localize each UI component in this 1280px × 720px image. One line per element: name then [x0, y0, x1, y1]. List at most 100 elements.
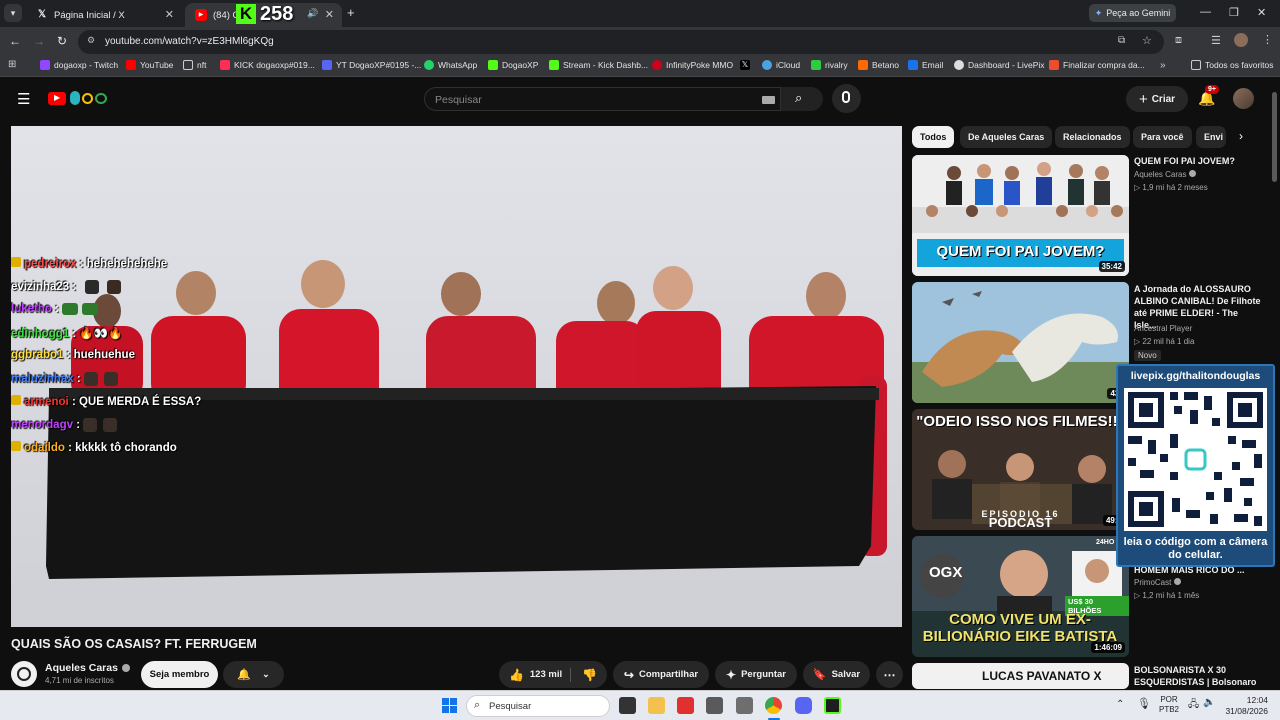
livepix-qr-overlay: livepix.gg/thalitondouglas leia o código… — [1116, 364, 1275, 567]
forward-icon[interactable]: → — [33, 34, 45, 48]
tab-list-button[interactable]: ▾ — [4, 4, 22, 22]
discord-icon[interactable] — [795, 697, 812, 714]
bookmark-folder[interactable]: nft — [183, 60, 206, 70]
address-bar[interactable]: ⚙ youtube.com/watch?v=zE3HMl6gKQg ⧉ ☆ — [78, 30, 1164, 54]
file-explorer-icon[interactable] — [648, 697, 665, 714]
chat-message: pedreirox : hehehehehehe — [11, 257, 167, 270]
reload-icon[interactable]: ↻ — [57, 34, 67, 48]
bookmark-item[interactable]: iCloud — [762, 60, 800, 70]
bookmark-item[interactable]: rivalry — [811, 60, 848, 70]
new-tab-button[interactable]: + — [347, 5, 355, 20]
bookmark-item[interactable]: Betano — [858, 60, 899, 70]
video-player[interactable]: pedreirox : hehehehehehe evizinha23 : lu… — [11, 126, 902, 627]
bookmark-item[interactable]: InfinityPoke MMO — [652, 60, 733, 70]
bookmark-item[interactable]: Dashboard - LivePix — [954, 60, 1045, 70]
audio-playing-icon[interactable]: 🔊 — [307, 8, 318, 19]
join-member-button[interactable]: Seja membro — [141, 661, 218, 688]
language-indicator[interactable]: POR PTB2 — [1159, 695, 1179, 715]
rec-channel[interactable]: Ancestral Player — [1134, 324, 1192, 333]
bookmark-item[interactable]: YouTube — [126, 60, 173, 70]
scrollbar-thumb[interactable] — [1272, 92, 1277, 182]
like-button[interactable]: 👍 123 mil — [509, 667, 572, 682]
bookmark-item[interactable]: Email — [908, 60, 943, 70]
apps-grid-icon[interactable]: ⊞ — [8, 59, 16, 70]
search-input[interactable]: Pesquisar — [424, 87, 781, 111]
rec-thumbnail[interactable]: LUCAS PAVANATO X — [912, 663, 1129, 689]
green-app-icon[interactable] — [824, 697, 841, 714]
notifications-button[interactable]: 🔔 9+ — [1196, 85, 1219, 108]
chip-for-you[interactable]: Para você — [1133, 126, 1192, 148]
chip-all[interactable]: Todos — [912, 126, 955, 148]
chip-overflow[interactable]: Envi — [1196, 126, 1226, 148]
chat-username: odaildo — [24, 442, 65, 454]
back-icon[interactable]: ← — [9, 34, 21, 48]
bookmark-item[interactable]: DogaoXP — [488, 60, 538, 70]
browser-menu-icon[interactable]: ⋮ — [1262, 33, 1273, 46]
bookmark-x[interactable]: 𝕏 — [740, 60, 754, 70]
extensions-icon[interactable]: ⧈ — [1175, 34, 1182, 47]
site-info-icon[interactable]: ⚙ — [87, 35, 95, 46]
subscribed-notifications-button[interactable]: 🔔 ⌄ — [223, 661, 284, 688]
calculator-icon[interactable] — [736, 697, 753, 714]
network-icon[interactable]: 🖧 — [1188, 697, 1199, 714]
tab-x-home[interactable]: 𝕏 Página Inicial / X ✕ — [26, 3, 182, 27]
close-window-icon[interactable]: ✕ — [1257, 6, 1266, 19]
bookmark-star-icon[interactable]: ☆ — [1142, 34, 1152, 47]
rec-thumbnail[interactable]: QUEM FOI PAI JOVEM? 35:42 — [912, 155, 1129, 276]
reading-list-icon[interactable]: ☰ — [1211, 34, 1221, 47]
share-button[interactable]: ↪ Compartilhar — [613, 661, 709, 688]
clock[interactable]: 12:04 31/08/2026 — [1222, 695, 1268, 717]
rec-title[interactable]: QUEM FOI PAI JOVEM? — [1134, 155, 1262, 167]
bookmark-item[interactable]: dogaoxp - Twitch — [40, 60, 118, 70]
rec-thumbnail[interactable]: OGX US$ 30 BILHÕES 24HO COMO VIVE UM EX-… — [912, 536, 1129, 657]
all-favorites-folder[interactable]: Todos os favoritos — [1191, 60, 1274, 70]
bookmark-item[interactable]: Stream - Kick Dashb... — [549, 60, 648, 70]
close-tab-icon[interactable]: ✕ — [325, 8, 334, 21]
chevron-right-icon[interactable]: › — [1239, 129, 1243, 143]
install-app-icon[interactable]: ⧉ — [1118, 35, 1125, 46]
snipping-tool-icon[interactable] — [706, 697, 723, 714]
url-text: youtube.com/watch?v=zE3HMl6gKQg — [105, 36, 274, 47]
rec-thumbnail[interactable]: "ODEIO ISSO NOS FILMES!!" EPISODIO 16 PO… — [912, 409, 1129, 530]
hamburger-menu-icon[interactable]: ☰ — [17, 90, 30, 108]
volume-icon[interactable]: 🔈 — [1203, 697, 1215, 708]
channel-name[interactable]: Aqueles Caras — [45, 662, 130, 674]
account-avatar[interactable] — [1233, 88, 1254, 109]
bookmark-item[interactable]: WhatsApp — [424, 60, 477, 70]
channel-avatar[interactable] — [11, 661, 37, 687]
windows-start-icon[interactable] — [442, 698, 457, 713]
save-button[interactable]: 🔖 Salvar — [803, 661, 870, 688]
chip-related[interactable]: Relacionados — [1055, 126, 1130, 148]
tray-chevron-icon[interactable]: ⌃ — [1116, 699, 1124, 710]
clock-time: 12:04 — [1246, 695, 1268, 705]
rec-channel[interactable]: Aqueles Caras — [1134, 170, 1196, 179]
close-tab-icon[interactable]: ✕ — [165, 8, 174, 21]
anydesk-icon[interactable] — [677, 697, 694, 714]
task-view-icon[interactable] — [619, 697, 636, 714]
more-actions-button[interactable]: ⋯ — [876, 661, 903, 688]
voice-search-button[interactable] — [832, 84, 861, 113]
bookmark-item[interactable]: KICK dogaoxp#019... — [220, 60, 315, 70]
search-button[interactable]: ⌕ — [781, 87, 823, 111]
folder-icon — [183, 60, 193, 70]
gemini-button[interactable]: ✦ Peça ao Gemini — [1089, 4, 1176, 22]
youtube-doodle-icon[interactable] — [70, 91, 108, 105]
create-button[interactable]: + Criar — [1126, 86, 1188, 112]
chrome-icon[interactable] — [765, 697, 782, 714]
bookmark-item[interactable]: Finalizar compra da... — [1049, 60, 1145, 70]
profile-avatar[interactable] — [1234, 33, 1248, 47]
minimize-icon[interactable]: — — [1200, 6, 1211, 18]
rec-thumbnail[interactable]: 43: — [912, 282, 1129, 403]
chip-from-channel[interactable]: De Aqueles Caras — [960, 126, 1053, 148]
ask-button[interactable]: ✦ Perguntar — [715, 661, 797, 688]
bookmark-item[interactable]: YT DogaoXP#0195 -... — [322, 60, 421, 70]
taskbar-search-input[interactable]: ⌕ Pesquisar — [466, 695, 610, 717]
rec-channel[interactable]: PrimoCast — [1134, 578, 1181, 587]
youtube-logo[interactable]: ▶ — [48, 92, 66, 105]
keyboard-icon[interactable] — [762, 96, 775, 104]
maximize-icon[interactable]: ❐ — [1229, 6, 1239, 19]
dislike-button[interactable]: 👎 — [576, 668, 597, 682]
more-bookmarks-icon[interactable]: » — [1160, 60, 1166, 71]
thumbnail-text: LUCAS PAVANATO X — [982, 669, 1102, 683]
tray-mic-icon[interactable]: 🎙 — [1137, 697, 1151, 710]
